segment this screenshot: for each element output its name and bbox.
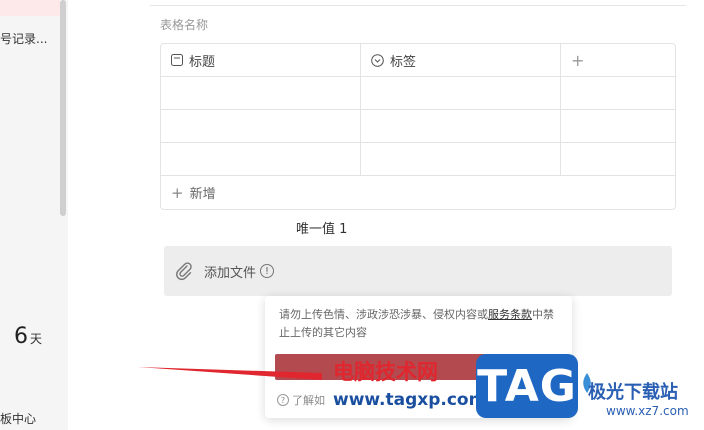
question-icon: ? [277,394,289,406]
watermark-tag-badge: TAG [476,354,578,418]
add-file-label: 添加文件 [204,265,257,281]
add-file-bar[interactable]: 添加文件 ! [164,246,672,296]
unique-value-summary[interactable]: 唯一值 1 [296,218,347,237]
plus-icon: + [171,183,184,202]
paperclip-icon [176,262,192,281]
table-cell[interactable] [561,110,675,142]
column-header-tag-label: 标签 [390,54,417,70]
column-header-tag[interactable]: 标签 [361,44,561,76]
add-row-label: 新增 [189,187,216,202]
data-table: 标题 标签 + + 新增 [160,43,676,210]
watermark-url: www.tagxp.com [333,390,487,410]
select-field-icon [371,53,384,67]
sidebar-days-counter: 6天 [14,324,42,349]
text-field-icon [171,54,183,66]
table-cell[interactable] [561,77,675,109]
sidebar-item-record[interactable]: 号记录... [0,30,58,47]
table-row [161,110,675,143]
table-title[interactable]: 表格名称 [160,16,208,33]
upload-notice-message: 请勿上传色情、涉政涉恐涉暴、侵权内容或服务条款中禁止上传的其它内容 [279,306,563,342]
days-unit: 天 [30,332,43,346]
table-cell[interactable] [161,77,361,109]
add-column-button[interactable]: + [561,44,675,76]
learn-more-label: 了解如 [292,394,325,407]
table-cell[interactable] [361,77,561,109]
info-icon[interactable]: ! [260,264,275,278]
table-cell[interactable] [361,143,561,175]
terms-of-service-link[interactable]: 服务条款 [488,308,532,321]
learn-more-link[interactable]: ? 了解如 [277,392,325,408]
sidebar-scrollbar[interactable] [60,0,66,216]
notice-text-part1: 请勿上传色情、涉政涉恐涉暴、侵权内容或 [279,308,488,321]
left-sidebar: 号记录... 6天 板中心 [0,0,68,430]
column-header-title-label: 标题 [189,54,216,70]
watermark-brand-url: www.xz7.com [606,404,689,418]
watermark-site-name: 电脑技术网 [333,360,438,384]
table-cell[interactable] [361,110,561,142]
table-header-row: 标题 标签 + [161,44,675,77]
sidebar-item-template-center[interactable]: 板中心 [0,410,36,427]
column-header-title[interactable]: 标题 [161,44,361,76]
table-row [161,143,675,176]
add-row-button[interactable]: + 新增 [161,176,675,209]
table-cell[interactable] [561,143,675,175]
table-cell[interactable] [161,110,361,142]
days-number: 6 [14,324,28,349]
top-divider [150,5,686,6]
table-cell[interactable] [161,143,361,175]
table-row [161,77,675,110]
watermark-brand-name: 极光下载站 [588,382,678,403]
sidebar-selected-band [0,0,60,16]
